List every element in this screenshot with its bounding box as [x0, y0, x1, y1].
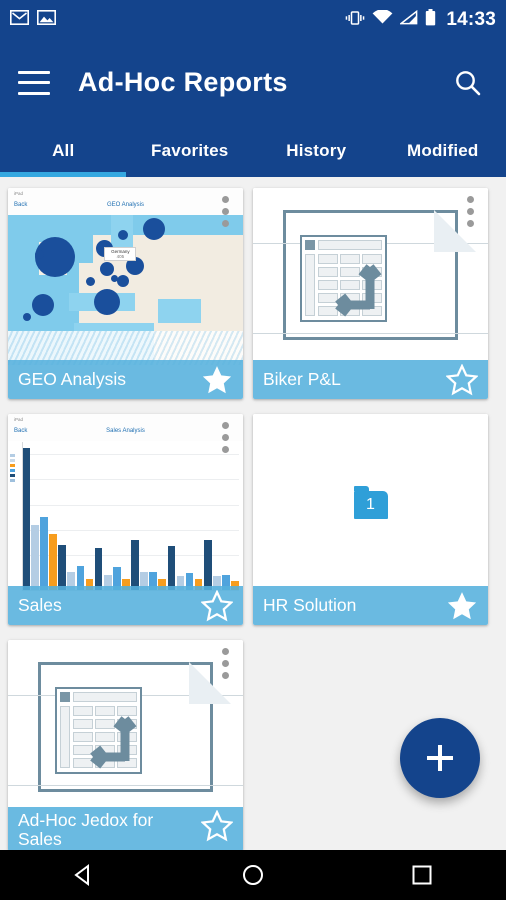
report-card-biker-pl[interactable]: Biker P&L — [253, 188, 488, 399]
overflow-menu-icon[interactable] — [467, 196, 474, 232]
star-filled-icon[interactable] — [201, 364, 233, 396]
card-title: Ad-Hoc Jedox for Sales — [18, 810, 154, 849]
map-canvas: Germany 405 — [8, 215, 243, 365]
app-screen: 14:33 Ad-Hoc Reports All Favorites Histo… — [0, 0, 506, 900]
page-title: Ad-Hoc Reports — [78, 67, 288, 97]
app-bar: Ad-Hoc Reports — [0, 40, 506, 125]
overflow-menu-icon[interactable] — [222, 648, 229, 684]
android-recents-icon[interactable] — [387, 850, 457, 900]
card-title: Biker P&L — [263, 370, 341, 389]
chart-plot-area — [22, 442, 239, 591]
add-report-button[interactable] — [400, 718, 480, 798]
gmail-icon — [10, 10, 29, 30]
vibrate-icon — [345, 10, 365, 31]
spreadsheet-glyph — [55, 687, 142, 774]
thumb-header-title: GEO Analysis — [106, 202, 144, 208]
card-title: GEO Analysis — [18, 370, 126, 389]
chart-bar — [31, 525, 39, 591]
refresh-arrows-icon — [335, 264, 382, 317]
tab-modified[interactable]: Modified — [380, 125, 506, 177]
card-footer: GEO Analysis — [8, 360, 243, 399]
tab-history[interactable]: History — [253, 125, 380, 177]
tab-bar: All Favorites History Modified — [0, 125, 506, 177]
tab-favorites[interactable]: Favorites — [127, 125, 254, 177]
thumb-ipad-statusbar — [8, 188, 243, 199]
chart-bar — [131, 540, 139, 591]
spreadsheet-glyph — [300, 235, 387, 322]
thumb-header-title: Sales Analysis — [106, 428, 145, 434]
cellular-signal-icon — [399, 9, 418, 30]
hamburger-menu-icon[interactable] — [18, 70, 50, 95]
chart-bar — [94, 547, 103, 591]
search-icon[interactable] — [448, 63, 488, 103]
card-title: HR Solution — [263, 596, 357, 615]
battery-icon — [425, 9, 436, 31]
chart-legend — [10, 454, 15, 482]
tab-all[interactable]: All — [0, 125, 127, 177]
card-footer: Biker P&L — [253, 360, 488, 399]
wifi-icon — [372, 9, 393, 30]
star-outline-icon[interactable] — [200, 588, 234, 622]
star-filled-icon[interactable] — [446, 590, 478, 622]
overflow-menu-icon[interactable] — [222, 196, 229, 232]
chart-bar — [22, 447, 30, 591]
plus-icon — [427, 745, 453, 771]
card-title: Sales — [18, 596, 62, 615]
overflow-menu-icon[interactable] — [222, 422, 229, 458]
refresh-arrows-icon — [90, 716, 137, 769]
report-card-hr-solution[interactable]: 1 HR Solution — [253, 414, 488, 625]
report-card-sales[interactable]: iPad Back Sales Analysis Sales — [8, 414, 243, 625]
chart-bar — [40, 516, 48, 591]
android-home-icon[interactable] — [218, 850, 288, 900]
card-footer: Ad-Hoc Jedox for Sales — [8, 807, 243, 850]
status-bar-clock: 14:33 — [446, 9, 496, 30]
report-card-adhoc-jedox-for-sales[interactable]: Ad-Hoc Jedox for Sales — [8, 640, 243, 850]
report-card-geo-analysis[interactable]: iPad Back GEO Analysis Germany 405 GEO A… — [8, 188, 243, 399]
chart-bar — [49, 534, 57, 591]
card-footer: HR Solution — [253, 586, 488, 625]
star-outline-icon[interactable] — [200, 809, 234, 842]
chart-bar — [203, 540, 212, 591]
status-bar-left-icons — [10, 10, 56, 30]
thumb-ipad-label: iPad — [14, 417, 24, 422]
screenshot-icon — [37, 10, 56, 30]
chart-bar — [58, 544, 67, 591]
thumb-ipad-label: iPad — [14, 191, 24, 196]
chart-bar — [167, 546, 176, 591]
card-footer: Sales — [8, 586, 243, 625]
chart-bars — [22, 442, 239, 591]
thumb-ipad-statusbar — [8, 414, 243, 425]
android-back-icon[interactable] — [49, 850, 119, 900]
star-outline-icon[interactable] — [445, 362, 479, 396]
chart-y-axis — [22, 442, 23, 591]
folder-icon: 1 — [353, 485, 388, 519]
map-tooltip: Germany 405 — [104, 246, 137, 261]
android-navigation-bar — [0, 850, 506, 900]
folder-count: 1 — [366, 495, 375, 513]
status-bar: 14:33 — [0, 0, 506, 40]
status-bar-right-icons: 14:33 — [345, 9, 496, 31]
